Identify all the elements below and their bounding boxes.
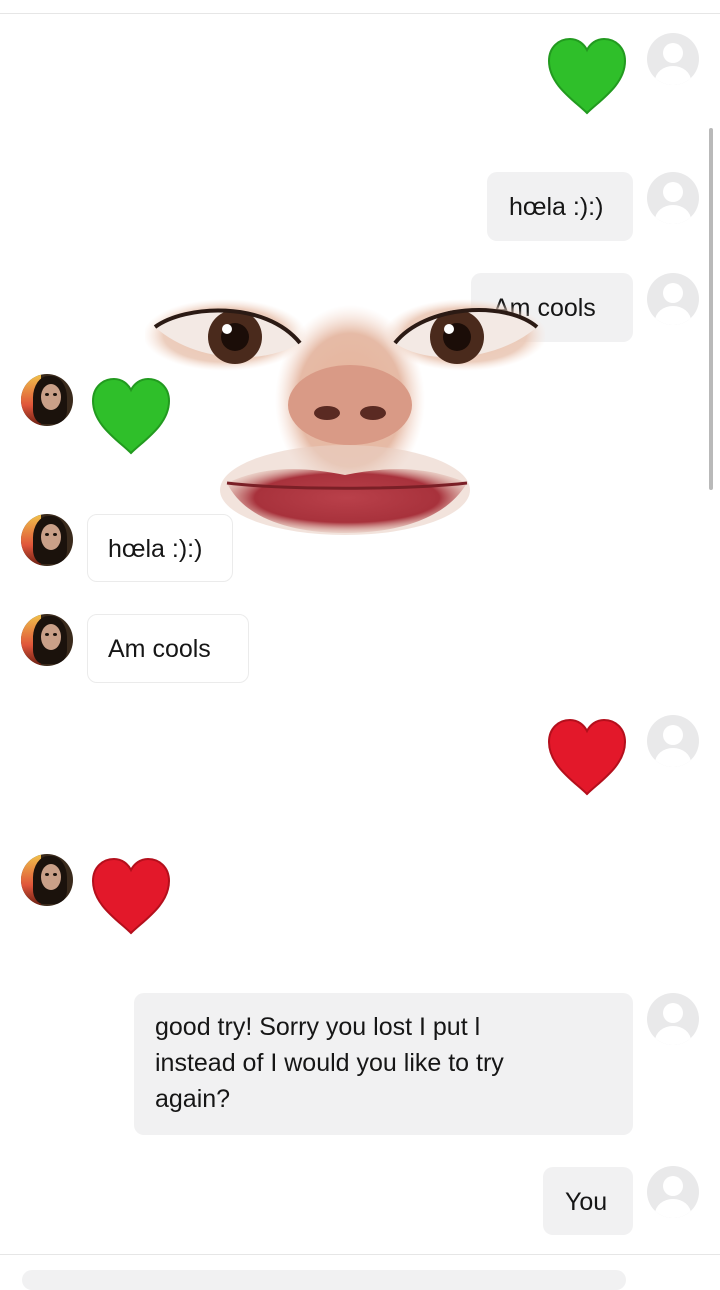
message-line: instead of I would you like to try [155,1049,504,1077]
message-input[interactable] [22,1270,626,1290]
contact-avatar[interactable] [21,854,73,906]
message-bubble-right[interactable]: You [543,1167,633,1235]
avatar[interactable] [647,993,699,1045]
contact-avatar[interactable] [21,614,73,666]
message-line: again? [155,1085,231,1113]
message-line: good try! Sorry you lost I put l [155,1013,481,1041]
composer-divider [0,1254,720,1255]
message-bubble-right[interactable]: hœla :):) [487,172,633,241]
green-heart-icon [91,377,171,455]
message-bubble-left[interactable]: Am cools [87,614,249,683]
scrollbar[interactable] [709,128,713,490]
avatar[interactable] [647,273,699,325]
avatar[interactable] [647,172,699,224]
message-bubble-right[interactable]: Am cools [471,273,633,342]
red-heart-icon [547,718,627,796]
message-bubble-left[interactable]: hœla :):) [87,514,233,582]
avatar[interactable] [647,33,699,85]
contact-avatar[interactable] [21,374,73,426]
top-divider [0,13,720,14]
avatar[interactable] [647,715,699,767]
message-bubble-right[interactable]: good try! Sorry you lost I put l instead… [134,993,633,1135]
green-heart-icon [547,37,627,115]
avatar[interactable] [647,1166,699,1218]
contact-avatar[interactable] [21,514,73,566]
red-heart-icon [91,857,171,935]
